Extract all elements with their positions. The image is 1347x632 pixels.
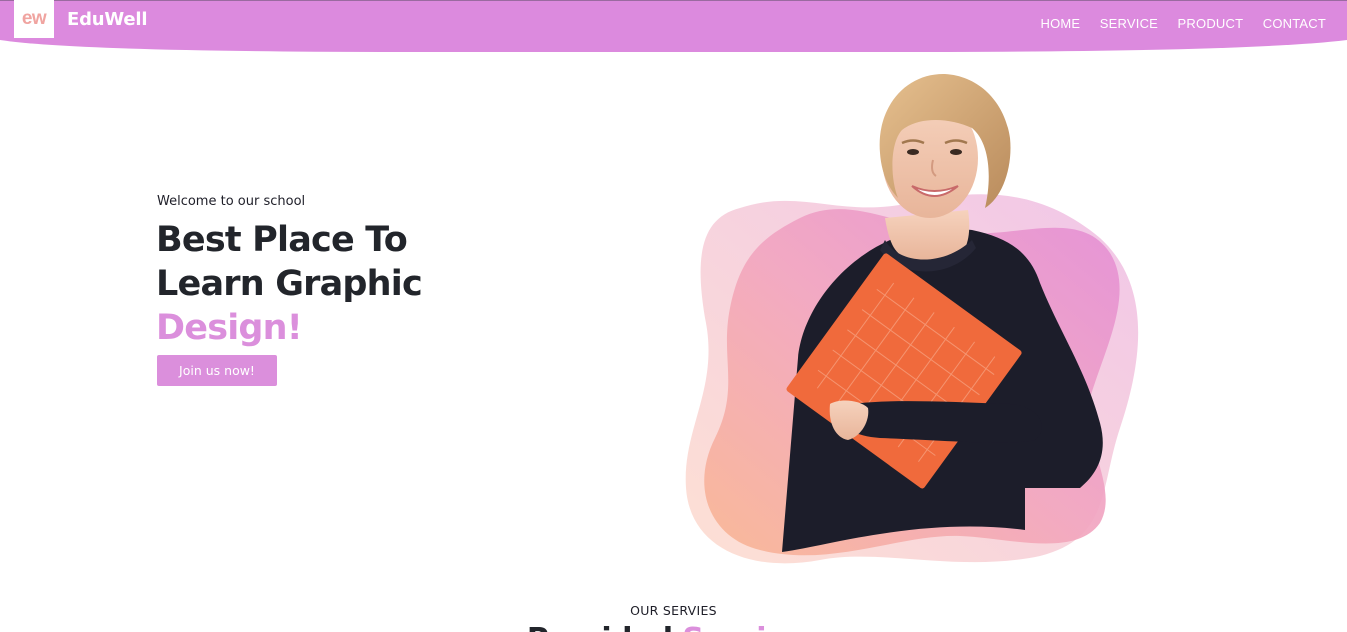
nav-product[interactable]: PRODUCT bbox=[1178, 16, 1244, 31]
headline-line-1: Best Place To bbox=[156, 220, 408, 260]
hero-eyebrow: Welcome to our school bbox=[157, 194, 306, 209]
join-button[interactable]: Join us now! bbox=[157, 355, 277, 386]
hero-headline: Best Place To Learn Graphic Design! bbox=[156, 218, 423, 350]
services-title: Provided Services bbox=[0, 622, 1347, 632]
services-eyebrow: OUR SERVIES bbox=[630, 603, 717, 618]
hero-image bbox=[685, 73, 1139, 564]
brand-name[interactable]: EduWell bbox=[67, 9, 148, 30]
headline-accent: Design! bbox=[156, 308, 303, 348]
page: ew EduWell HOME SERVICE PRODUCT CONTACT … bbox=[0, 0, 1347, 632]
services-title-start: Provided bbox=[527, 622, 673, 632]
logo-mark: ew bbox=[21, 8, 47, 29]
logo[interactable]: ew bbox=[14, 0, 54, 38]
services-title-accent: Services bbox=[682, 622, 820, 632]
nav-home[interactable]: HOME bbox=[1040, 16, 1080, 31]
main-nav: HOME SERVICE PRODUCT CONTACT bbox=[1021, 16, 1326, 31]
headline-line-2: Learn Graphic bbox=[156, 264, 423, 304]
nav-service[interactable]: SERVICE bbox=[1100, 16, 1158, 31]
nav-contact[interactable]: CONTACT bbox=[1263, 16, 1326, 31]
